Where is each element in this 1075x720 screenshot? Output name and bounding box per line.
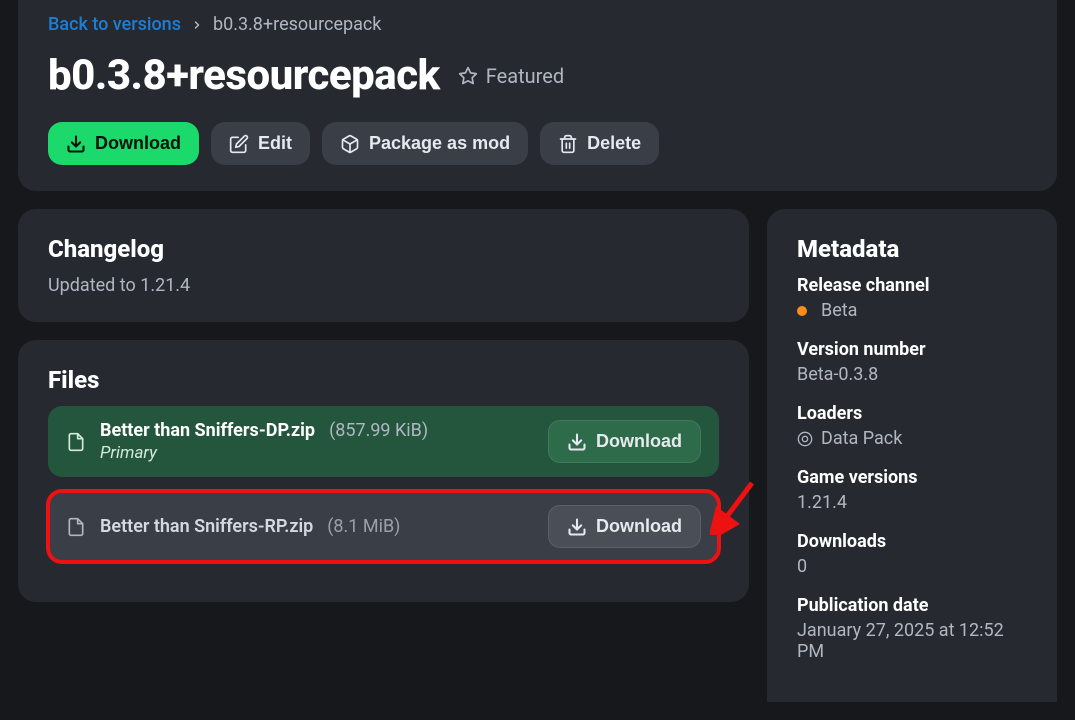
loaders-value: Data Pack [821, 428, 902, 449]
featured-badge: Featured [458, 64, 564, 88]
breadcrumb: Back to versions b0.3.8+resourcepack [48, 14, 1027, 35]
file-icon [66, 517, 86, 537]
changelog-text: Updated to 1.21.4 [48, 275, 719, 296]
package-button-label: Package as mod [369, 133, 510, 154]
file-primary-tag: Primary [100, 443, 534, 463]
changelog-panel: Changelog Updated to 1.21.4 [18, 209, 749, 322]
chevron-right-icon [191, 19, 203, 31]
changelog-heading: Changelog [48, 235, 719, 263]
file-row-highlighted: Better than Sniffers-RP.zip (8.1 MiB) Do… [48, 491, 719, 562]
downloads-label: Downloads [797, 531, 1027, 552]
loaders-label: Loaders [797, 403, 1027, 424]
back-link[interactable]: Back to versions [48, 14, 181, 35]
page-title: b0.3.8+resourcepack [48, 51, 440, 100]
download-button[interactable]: Download [48, 122, 199, 165]
file-download-button[interactable]: Download [548, 505, 701, 548]
publication-date-value: January 27, 2025 at 12:52 PM [797, 620, 1027, 662]
breadcrumb-current: b0.3.8+resourcepack [213, 14, 381, 35]
file-download-label: Download [596, 516, 682, 537]
file-name: Better than Sniffers-RP.zip [100, 516, 313, 537]
metadata-heading: Metadata [797, 235, 1027, 263]
version-number-value: Beta-0.3.8 [797, 364, 1027, 385]
featured-label: Featured [486, 64, 564, 88]
file-size: (8.1 MiB) [327, 516, 400, 537]
game-versions-value: 1.21.4 [797, 492, 1027, 513]
trash-icon [558, 134, 578, 154]
file-name: Better than Sniffers-DP.zip [100, 420, 315, 441]
download-button-label: Download [95, 133, 181, 154]
metadata-panel: Metadata Release channel Beta Version nu… [767, 209, 1057, 702]
action-bar: Download Edit Package as mod Delete [48, 122, 1027, 165]
edit-button[interactable]: Edit [211, 122, 310, 165]
download-icon [567, 517, 587, 537]
file-icon [66, 432, 86, 452]
file-row-primary: Better than Sniffers-DP.zip (857.99 KiB)… [48, 406, 719, 477]
release-channel-label: Release channel [797, 275, 1027, 296]
delete-button-label: Delete [587, 133, 641, 154]
package-button[interactable]: Package as mod [322, 122, 528, 165]
file-download-label: Download [596, 431, 682, 452]
loader-icon [797, 431, 813, 447]
edit-button-label: Edit [258, 133, 292, 154]
file-download-button[interactable]: Download [548, 420, 701, 463]
version-number-label: Version number [797, 339, 1027, 360]
package-icon [340, 134, 360, 154]
delete-button[interactable]: Delete [540, 122, 659, 165]
release-channel-value: Beta [821, 300, 857, 321]
downloads-value: 0 [797, 556, 1027, 577]
files-heading: Files [48, 366, 719, 394]
beta-dot-icon [797, 306, 807, 316]
file-size: (857.99 KiB) [329, 420, 428, 441]
publication-date-label: Publication date [797, 595, 1027, 616]
files-panel: Files Better than Sniffers-DP.zip (857.9… [18, 340, 749, 602]
download-icon [567, 432, 587, 452]
download-icon [66, 134, 86, 154]
game-versions-label: Game versions [797, 467, 1027, 488]
edit-icon [229, 134, 249, 154]
version-header: Back to versions b0.3.8+resourcepack b0.… [18, 0, 1057, 191]
star-icon [458, 66, 478, 86]
